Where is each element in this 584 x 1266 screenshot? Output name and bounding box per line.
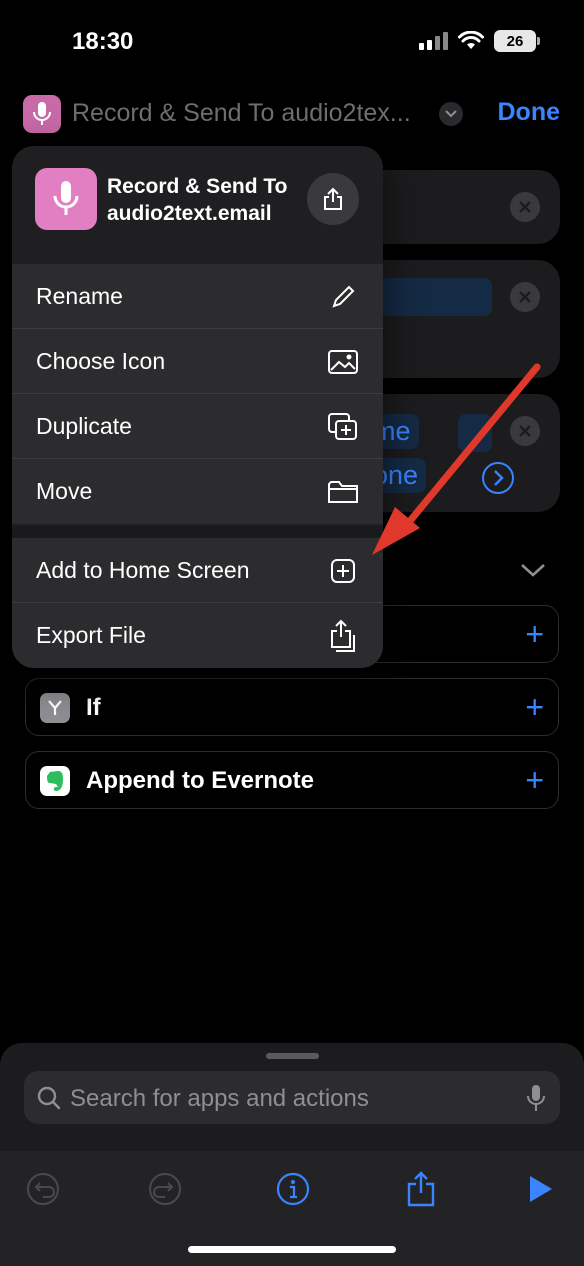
pencil-icon (327, 281, 359, 313)
close-icon (519, 291, 531, 303)
share-toolbar-button[interactable] (403, 1171, 439, 1207)
add-action-button[interactable]: + (525, 618, 544, 650)
menu-item-label: Move (36, 478, 93, 504)
menu-group-export: Add to Home Screen Export File (12, 538, 383, 668)
share-button[interactable] (307, 173, 359, 225)
undo-button[interactable] (25, 1171, 61, 1207)
variable-token[interactable] (458, 414, 492, 452)
undo-icon (27, 1173, 59, 1205)
shortcut-icon (35, 168, 97, 230)
action-row-if[interactable]: If + (25, 678, 559, 736)
actions-sheet: Search for apps and actions (0, 1043, 584, 1266)
redo-button[interactable] (147, 1171, 183, 1207)
status-time: 18:30 (72, 28, 134, 55)
export-icon (327, 619, 359, 652)
microphone-icon[interactable] (526, 1083, 546, 1113)
folder-icon (327, 476, 359, 508)
remove-action-button[interactable] (510, 192, 540, 222)
menu-item-duplicate[interactable]: Duplicate (12, 394, 383, 459)
microphone-icon (53, 181, 79, 215)
close-icon (519, 201, 531, 213)
share-icon (324, 187, 342, 210)
search-input[interactable]: Search for apps and actions (70, 1085, 369, 1113)
play-icon (530, 1176, 552, 1202)
remove-action-button[interactable] (510, 282, 540, 312)
editor-header: Record & Send To audio2tex... Done (0, 88, 584, 138)
home-indicator (188, 1246, 396, 1253)
menu-item-add-to-home-screen[interactable]: Add to Home Screen (12, 538, 383, 603)
menu-item-move[interactable]: Move (12, 459, 383, 524)
remove-action-button[interactable] (510, 416, 540, 446)
add-action-button[interactable]: + (525, 691, 544, 723)
menu-item-label: Choose Icon (36, 348, 166, 374)
menu-item-label: Duplicate (36, 413, 132, 439)
run-button[interactable] (522, 1171, 558, 1207)
add-action-button[interactable]: + (525, 764, 544, 796)
share-icon (407, 1171, 435, 1207)
redo-icon (149, 1173, 181, 1205)
shortcut-context-menu: Record & Send To audio2text.email Rename… (12, 146, 383, 668)
done-button[interactable]: Done (498, 98, 561, 127)
menu-item-choose-icon[interactable]: Choose Icon (12, 329, 383, 394)
if-branch-icon (40, 693, 70, 723)
action-label: Append to Evernote (86, 767, 315, 794)
battery-icon: 26 (494, 30, 540, 52)
menu-item-label: Export File (36, 622, 146, 648)
menu-item-export-file[interactable]: Export File (12, 603, 383, 668)
microphone-icon (33, 102, 51, 125)
info-icon (276, 1172, 310, 1206)
search-bar[interactable]: Search for apps and actions (24, 1071, 560, 1124)
chevron-down-icon[interactable] (520, 562, 546, 578)
shortcut-title[interactable]: Record & Send To audio2tex... (72, 99, 411, 128)
status-icons: 26 (419, 30, 540, 52)
evernote-icon (40, 766, 70, 796)
shortcut-icon[interactable] (23, 95, 61, 133)
duplicate-icon (327, 411, 359, 443)
photo-icon (327, 346, 359, 378)
add-square-icon (327, 555, 359, 587)
menu-item-rename[interactable]: Rename (12, 264, 383, 329)
search-icon (37, 1086, 61, 1110)
menu-separator (12, 526, 383, 538)
cellular-signal-icon (419, 32, 448, 50)
info-button[interactable] (275, 1171, 311, 1207)
title-menu-chevron-icon[interactable] (439, 102, 463, 126)
menu-item-label: Add to Home Screen (36, 557, 250, 583)
menu-shortcut-name: Record & Send To audio2text.email (107, 175, 288, 225)
menu-item-label: Rename (36, 283, 123, 309)
close-icon (519, 425, 531, 437)
action-label: If (86, 694, 101, 721)
menu-group-edit: Rename Choose Icon Duplicate Move (12, 264, 383, 524)
chevron-right-circle-icon[interactable] (482, 462, 514, 494)
wifi-icon (458, 31, 484, 49)
sheet-grabber[interactable] (266, 1053, 319, 1059)
menu-header: Record & Send To audio2text.email (12, 146, 383, 258)
action-row-evernote[interactable]: Append to Evernote + (25, 751, 559, 809)
